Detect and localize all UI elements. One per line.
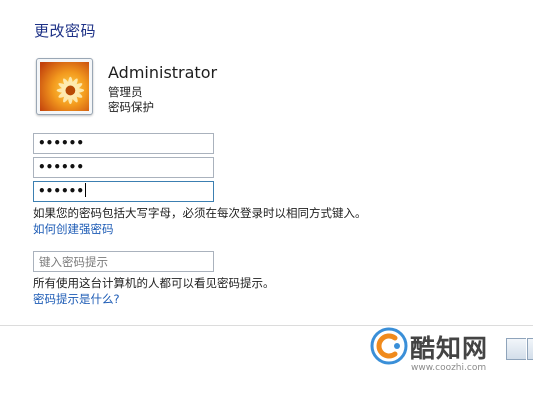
password-hint-input[interactable]: [33, 251, 214, 272]
watermark-url: www.coozhi.com: [411, 363, 487, 373]
current-password-value: ••••••: [38, 136, 85, 150]
watermark: 酷知网 www.coozhi.com: [370, 327, 530, 387]
coozhi-logo-icon: [370, 327, 408, 365]
new-password-value: ••••••: [38, 160, 85, 174]
watermark-name: 酷知网: [410, 334, 489, 363]
flower-picture-icon: [40, 62, 89, 111]
user-role: 管理员: [108, 85, 143, 99]
confirm-password-value: ••••••: [38, 184, 85, 198]
new-password-field[interactable]: ••••••: [33, 157, 214, 178]
current-password-field[interactable]: ••••••: [33, 133, 214, 154]
hint-visibility-note: 所有使用这台计算机的人都可以看见密码提示。: [33, 276, 275, 290]
user-status: 密码保护: [108, 100, 154, 114]
avatar: [36, 58, 93, 115]
strong-password-link[interactable]: 如何创建强密码: [33, 221, 114, 237]
page-title: 更改密码: [34, 22, 97, 40]
user-name: Administrator: [108, 63, 218, 82]
text-caret: [85, 183, 87, 197]
case-sensitivity-note: 如果您的密码包括大写字母，必须在每次登录时以相同方式键入。: [33, 206, 367, 220]
hint-help-link[interactable]: 密码提示是什么?: [33, 291, 120, 307]
divider: [0, 325, 533, 326]
confirm-password-field[interactable]: ••••••: [33, 181, 214, 202]
